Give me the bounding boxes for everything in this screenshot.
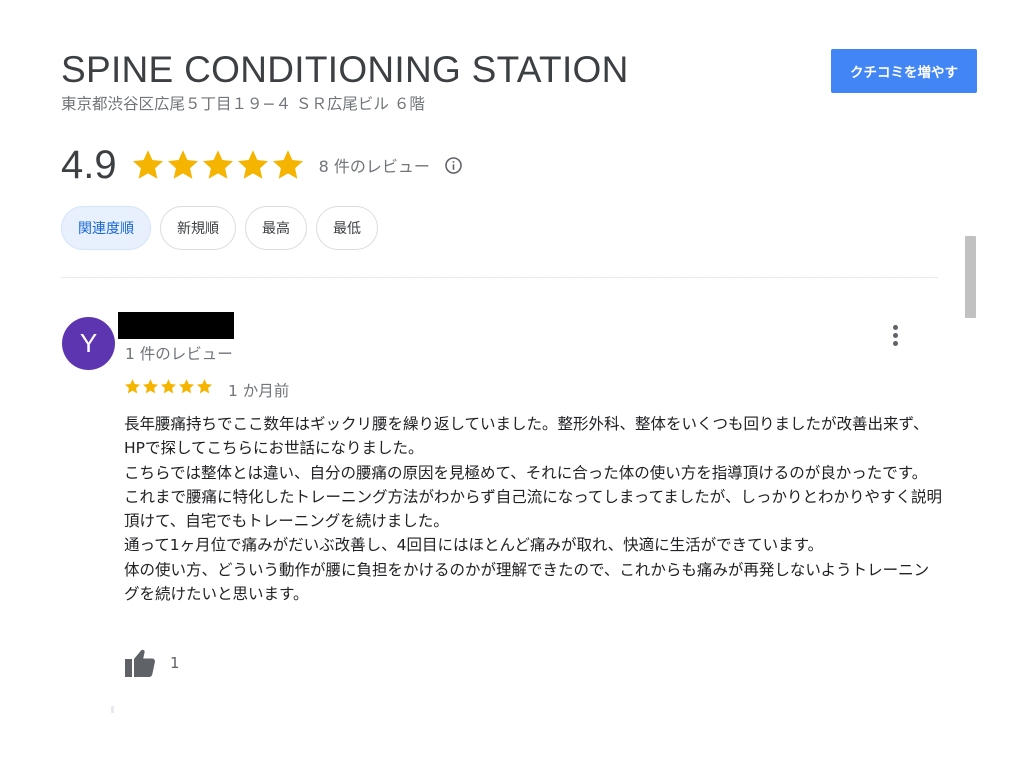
sort-chip-group: 関連度順 新規順 最高 最低 — [61, 206, 378, 250]
star-icon — [202, 150, 233, 179]
star-icon — [272, 150, 303, 179]
avatar[interactable]: Y — [62, 317, 115, 370]
rating-value: 4.9 — [61, 143, 117, 187]
review-text: 長年腰痛持ちでここ数年はギックリ腰を繰り返していました。整形外科、整体をいくつも… — [124, 412, 942, 606]
sort-chip-relevance[interactable]: 関連度順 — [61, 206, 151, 250]
rating-summary: 4.9 8 件のレビュー — [61, 140, 463, 190]
star-icon — [167, 150, 198, 179]
reviewer-name-redacted[interactable] — [118, 312, 234, 339]
star-icon — [237, 150, 268, 179]
sort-chip-lowest[interactable]: 最低 — [316, 206, 378, 250]
rating-stars — [131, 148, 305, 182]
get-more-reviews-button[interactable]: クチコミを増やす — [831, 49, 977, 93]
section-divider — [61, 277, 938, 278]
review-paragraph: こちらでは整体とは違い、自分の腰痛の原因を見極めて、それに合った体の使い方を指導… — [124, 463, 928, 482]
avatar-initial: Y — [79, 328, 98, 358]
reviewer-review-count: 1 件のレビュー — [125, 345, 233, 363]
star-icon — [142, 379, 159, 394]
scroll-marker — [111, 706, 114, 713]
more-vert-icon[interactable] — [884, 322, 906, 348]
like-row: 1 — [124, 648, 180, 678]
review-count: 8 件のレビュー — [318, 157, 430, 176]
review-stars — [124, 378, 213, 395]
review-paragraph: 長年腰痛持ちでここ数年はギックリ腰を繰り返していました。整形外科、整体をいくつも… — [124, 415, 929, 458]
place-address: 東京都渋谷区広尾５丁目１９−４ ＳＲ広尾ビル ６階 — [61, 95, 425, 113]
star-icon — [178, 379, 195, 394]
review-date: 1 か月前 — [228, 382, 290, 400]
place-title: SPINE CONDITIONING STATION — [61, 49, 629, 90]
star-icon — [132, 150, 163, 179]
star-icon — [124, 379, 141, 394]
thumb-up-icon[interactable] — [124, 648, 156, 678]
star-icon — [160, 379, 177, 394]
like-count: 1 — [170, 654, 180, 672]
sort-chip-newest[interactable]: 新規順 — [160, 206, 236, 250]
review-paragraph: 通って1ヶ月位で痛みがだいぶ改善し、4回目にはほとんど痛みが取れ、快適に生活がで… — [124, 536, 824, 555]
review-paragraph: これまで腰痛に特化したトレーニング方法がわからず自己流になってしまってましたが、… — [124, 487, 942, 531]
scrollbar-thumb[interactable] — [965, 236, 976, 318]
review-paragraph: 体の使い方、どういう動作が腰に負担をかけるのかが理解できたので、これからも痛みが… — [124, 560, 930, 604]
sort-chip-highest[interactable]: 最高 — [245, 206, 307, 250]
info-icon[interactable] — [444, 156, 463, 175]
star-icon — [196, 379, 213, 394]
